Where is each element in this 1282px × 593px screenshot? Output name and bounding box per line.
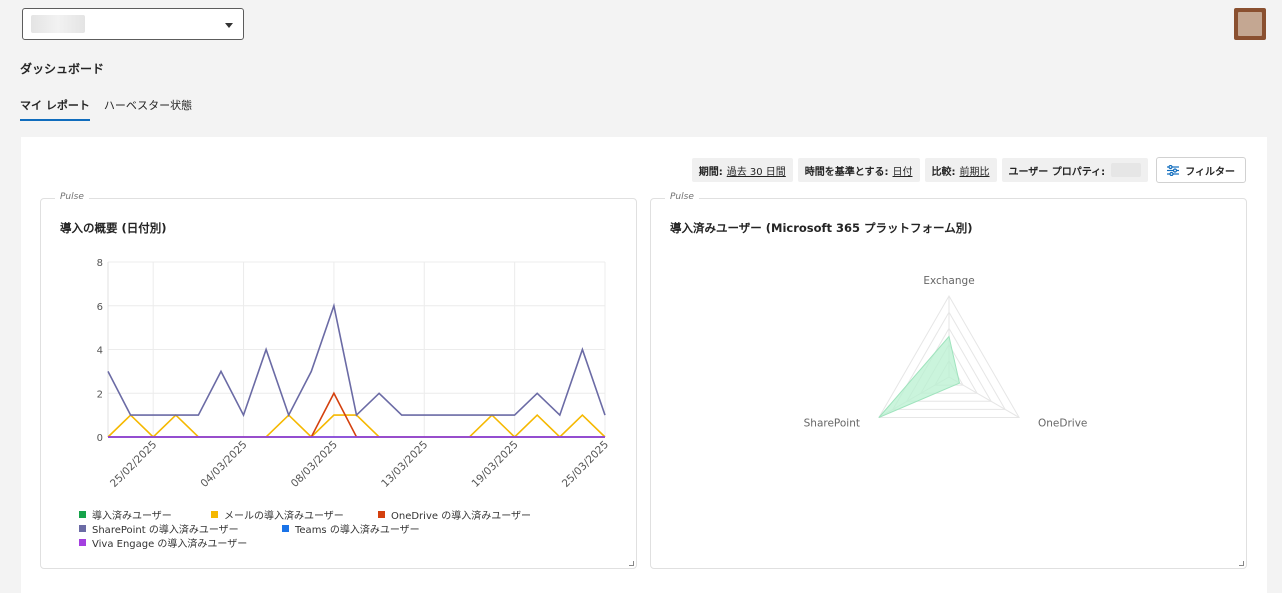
legend-item[interactable]: OneDrive の導入済みユーザー [378, 507, 531, 522]
radar-axis-label: SharePoint [804, 418, 860, 430]
x-tick-label: 13/03/2025 [379, 439, 430, 490]
period-label: 期間: [698, 166, 723, 178]
tab-harvester-status[interactable]: ハーベスター状態 [104, 97, 192, 121]
period-value-link[interactable]: 過去 30 日間 [727, 163, 786, 178]
legend-swatch [79, 510, 86, 518]
resize-handle[interactable] [1239, 561, 1244, 566]
radar-axis-label: OneDrive [1038, 418, 1087, 430]
x-tick-label: 25/03/2025 [560, 439, 611, 490]
legend-swatch [282, 524, 289, 532]
user-property-label: ユーザー プロパティ: [1008, 166, 1106, 178]
tenant-selector[interactable] [22, 8, 244, 40]
page-title: ダッシュボード [20, 62, 105, 76]
legend-label: OneDrive の導入済みユーザー [391, 510, 532, 522]
platform-radar-chart: Exchange OneDrive SharePoint [804, 275, 1088, 430]
legend-label: 導入済みユーザー [92, 510, 172, 522]
time-basis-value-link[interactable]: 日付 [893, 163, 913, 178]
chart-legend: 導入済みユーザー メールの導入済みユーザー OneDrive の導入済みユーザー… [79, 507, 579, 550]
legend-item[interactable]: Viva Engage の導入済みユーザー [79, 535, 247, 550]
legend-swatch [378, 510, 385, 518]
legend-item[interactable]: Teams の導入済みユーザー [282, 521, 420, 536]
adoption-line-chart: 0 2 4 6 8 25/02/2025 04/03/2025 08/03/2025 13/03… [97, 258, 611, 490]
tab-my-reports[interactable]: マイ レポート [20, 97, 90, 121]
user-property-value-redacted [1111, 163, 1142, 177]
tab-bar: マイ レポート ハーベスター状態 [20, 97, 192, 121]
compare-label: 比較: [931, 166, 956, 178]
y-tick-label: 4 [97, 346, 103, 357]
legend-swatch [79, 538, 86, 546]
legend-label: Teams の導入済みユーザー [295, 524, 420, 536]
period-chip[interactable]: 期間: 過去 30 日間 [691, 158, 793, 182]
legend-item[interactable]: 導入済みユーザー [79, 507, 211, 522]
filter-bar: 期間: 過去 30 日間 時間を基準とする: 日付 比較: 前期比 ユーザー プ… [691, 157, 1246, 183]
compare-chip[interactable]: 比較: 前期比 [924, 158, 997, 182]
x-tick-label: 25/02/2025 [108, 439, 159, 490]
legend-item[interactable]: メールの導入済みユーザー [211, 507, 378, 522]
legend-label: メールの導入済みユーザー [224, 510, 344, 522]
legend-item[interactable]: SharePoint の導入済みユーザー [79, 521, 282, 536]
y-tick-label: 6 [97, 302, 103, 313]
chevron-down-icon [225, 23, 233, 28]
y-tick-label: 2 [97, 389, 103, 400]
sliders-icon [1167, 164, 1180, 176]
compare-value-link[interactable]: 前期比 [960, 163, 990, 178]
avatar[interactable] [1234, 8, 1266, 40]
tenant-name-redacted [31, 15, 85, 33]
series-line [107, 413, 606, 439]
report-canvas: 期間: 過去 30 日間 時間を基準とする: 日付 比較: 前期比 ユーザー プ… [21, 137, 1267, 593]
filter-button[interactable]: フィルター [1156, 157, 1246, 183]
resize-handle[interactable] [629, 561, 634, 566]
filter-button-label: フィルター [1185, 166, 1235, 178]
x-tick-label: 04/03/2025 [198, 439, 249, 490]
series-line [107, 302, 606, 418]
platform-adoption-card: Pulse 導入済みユーザー (Microsoft 365 プラットフォーム別)… [650, 192, 1247, 569]
legend-swatch [211, 510, 218, 518]
y-tick-label: 0 [97, 433, 103, 444]
legend-label: Viva Engage の導入済みユーザー [92, 538, 248, 550]
legend-label: SharePoint の導入済みユーザー [92, 524, 239, 536]
user-property-chip[interactable]: ユーザー プロパティ: [1001, 158, 1149, 182]
y-tick-label: 8 [97, 258, 103, 269]
radar-axis-label: Exchange [923, 275, 974, 287]
legend-swatch [79, 524, 86, 532]
x-tick-label: 08/03/2025 [289, 439, 340, 490]
time-basis-chip[interactable]: 時間を基準とする: 日付 [797, 158, 920, 182]
x-tick-label: 19/03/2025 [469, 439, 520, 490]
time-basis-label: 時間を基準とする: [804, 166, 889, 178]
adoption-overview-card: Pulse 導入の概要 (日付別) 0 2 4 6 8 25/02/2025 04/03/2… [40, 192, 637, 569]
